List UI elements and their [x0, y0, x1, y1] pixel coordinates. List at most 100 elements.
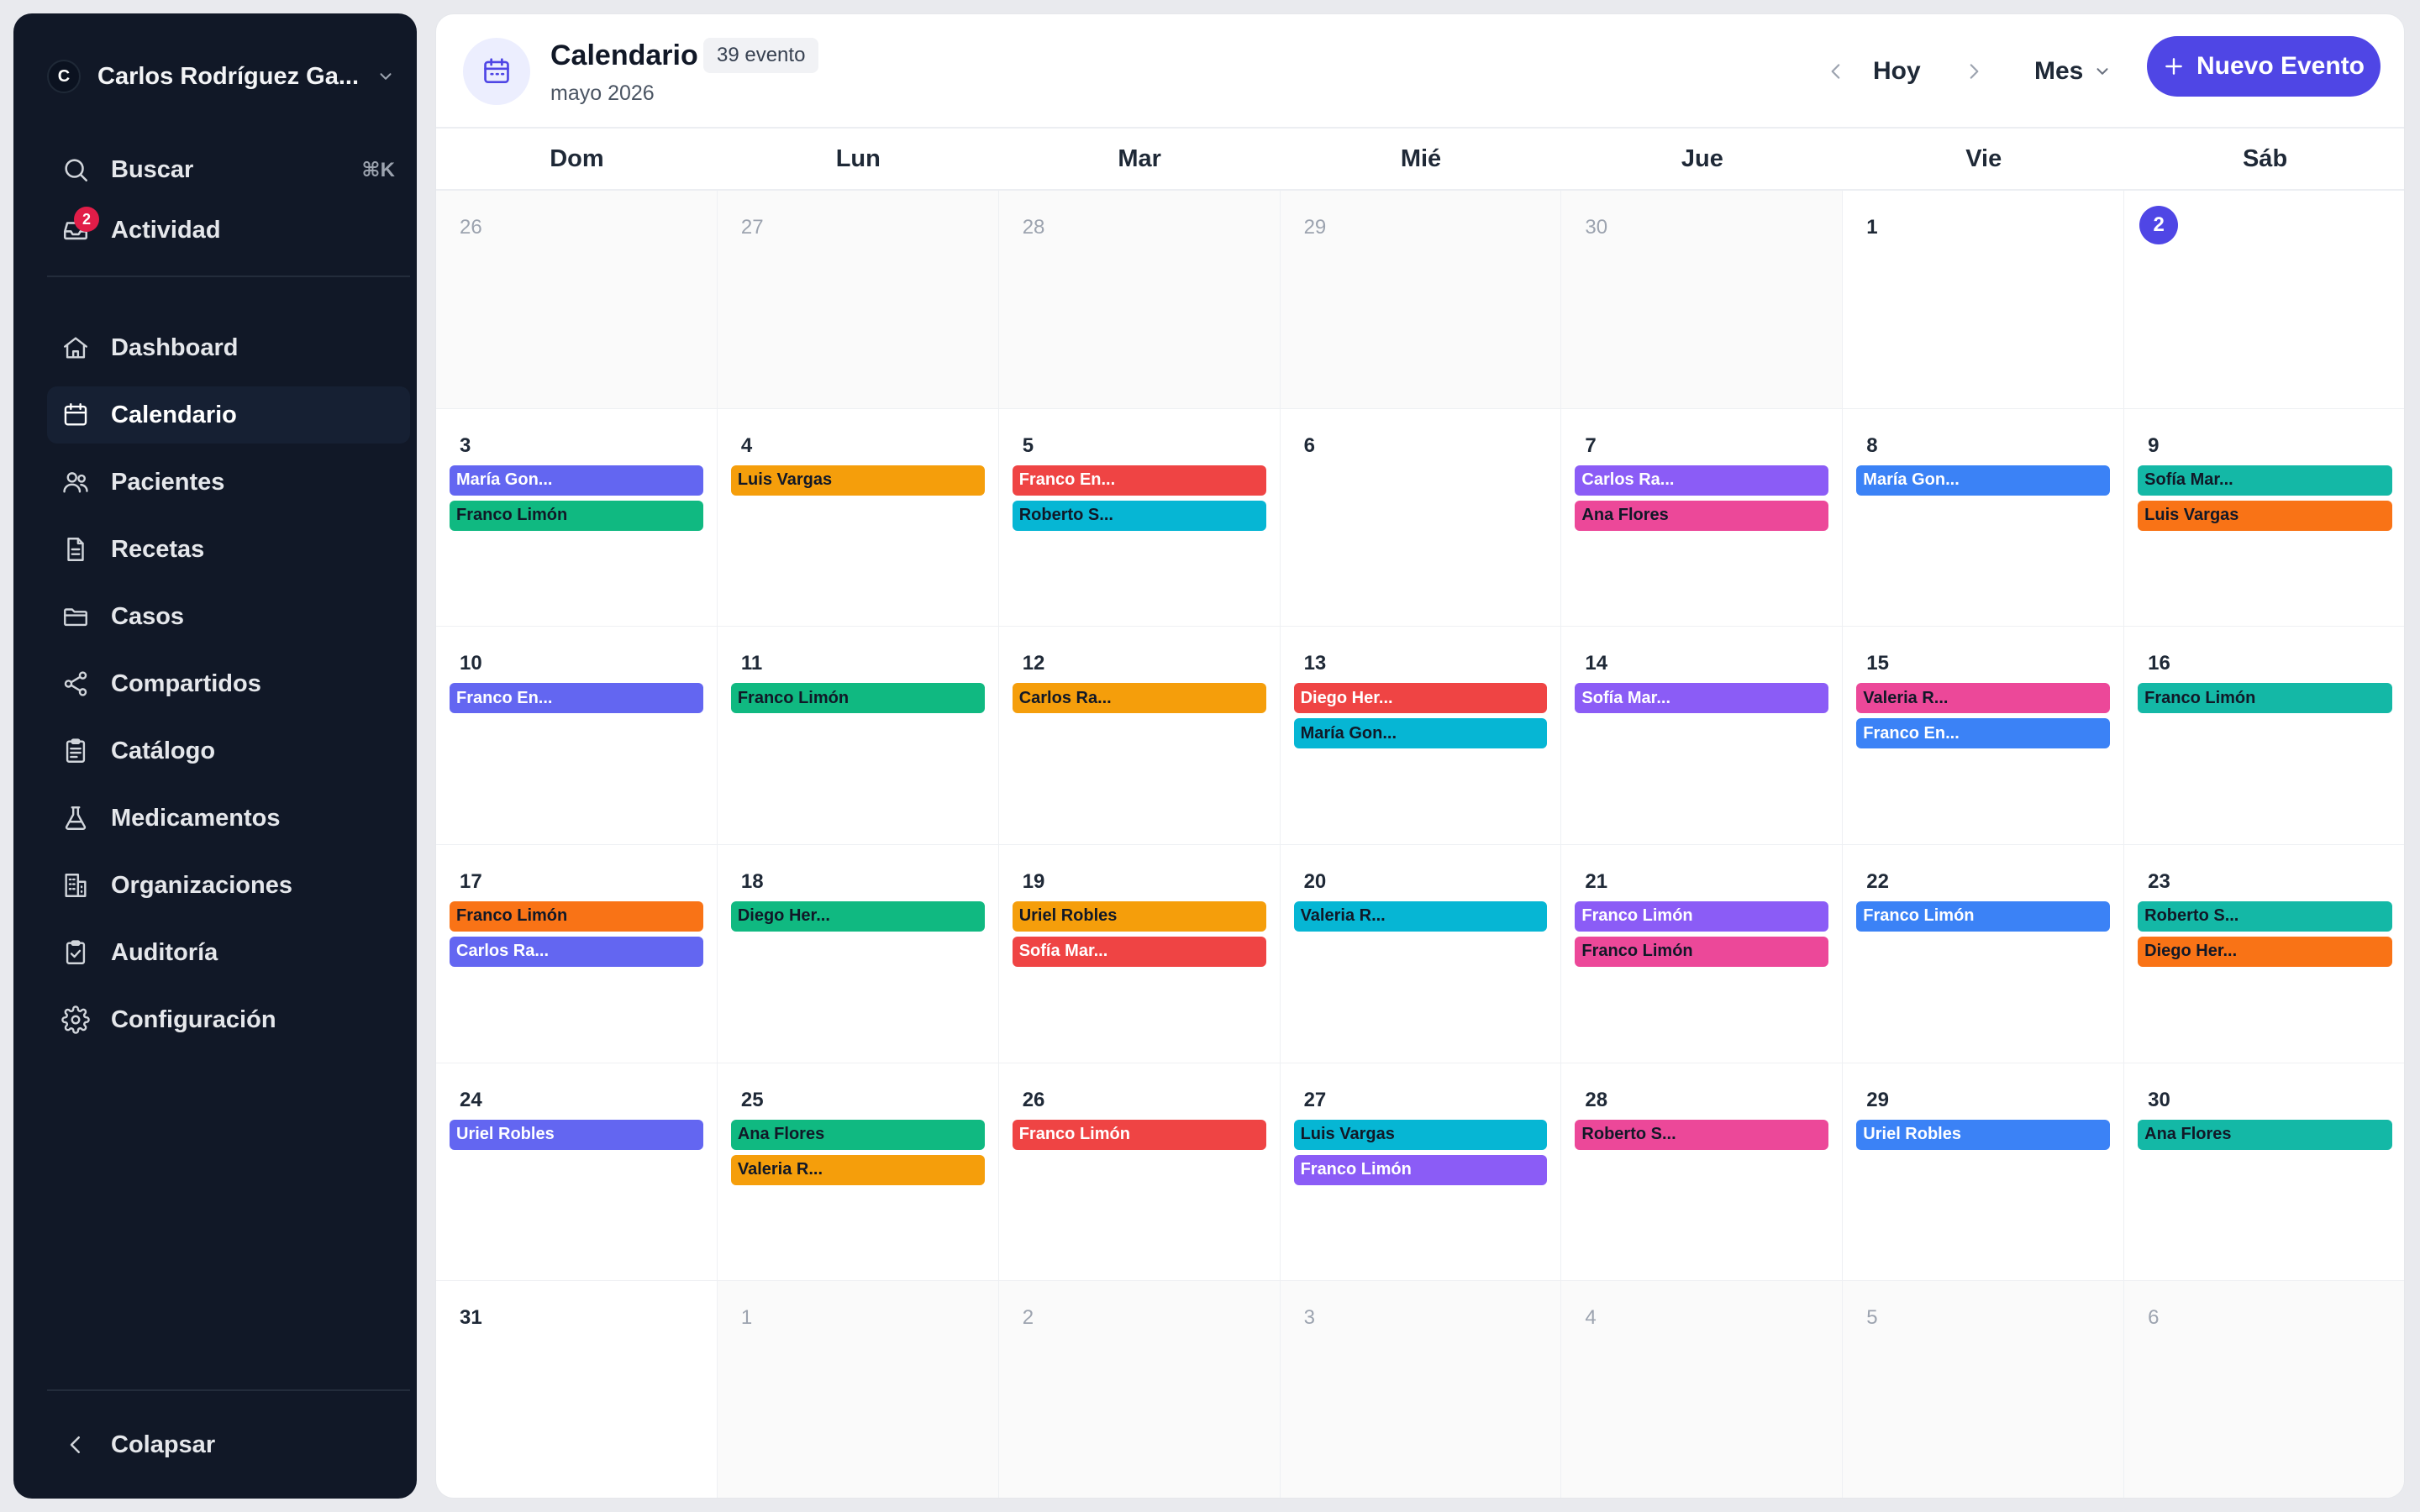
day-cell[interactable]: 21 Franco Limón Franco Limón [1561, 844, 1844, 1063]
event-chip[interactable]: Uriel Robles [450, 1119, 703, 1150]
day-cell[interactable]: 16 Franco Limón [2124, 627, 2404, 845]
new-event-button[interactable]: Nuevo Evento [2147, 36, 2381, 97]
event-chip[interactable]: Valeria R... [1856, 683, 2111, 714]
event-chip[interactable]: Franco En... [450, 683, 703, 714]
day-cell[interactable]: 25 Ana Flores Valeria R... [717, 1063, 999, 1282]
event-chip[interactable]: Luis Vargas [730, 465, 985, 496]
collapse-button[interactable]: Colapsar [47, 1416, 410, 1473]
event-chip[interactable]: Carlos Ra... [1012, 683, 1266, 714]
day-cell[interactable]: 19 Uriel Robles Sofía Mar... [998, 844, 1281, 1063]
day-cell[interactable]: 1 [1843, 191, 2125, 409]
day-cell[interactable]: 29 Uriel Robles [1843, 1063, 2125, 1282]
day-cell[interactable]: 13 Diego Her... María Gon... [1280, 627, 1562, 845]
event-chip[interactable]: Carlos Ra... [1575, 465, 1829, 496]
event-chip[interactable]: Franco Limón [1293, 1154, 1548, 1185]
day-cell[interactable]: 26 Franco Limón [998, 1063, 1281, 1282]
day-cell[interactable]: 28 [998, 191, 1281, 409]
event-chip[interactable]: Ana Flores [1575, 500, 1829, 531]
sidebar-item-compartidos[interactable]: Compartidos [47, 655, 410, 712]
day-cell[interactable]: 6 [1280, 408, 1562, 627]
day-cell[interactable]: 27 [717, 191, 999, 409]
day-cell[interactable]: 8 María Gon... [1843, 408, 2125, 627]
event-chip[interactable]: Diego Her... [730, 900, 985, 932]
event-chip[interactable]: Roberto S... [1012, 500, 1266, 531]
event-chip[interactable]: Sofía Mar... [2138, 465, 2392, 496]
day-cell[interactable]: 27 Luis Vargas Franco Limón [1280, 1063, 1562, 1282]
day-cell[interactable]: 18 Diego Her... [717, 844, 999, 1063]
event-chip[interactable]: Uriel Robles [1012, 900, 1266, 932]
event-chip[interactable]: Sofía Mar... [1575, 683, 1829, 714]
view-select[interactable]: Mes [2034, 51, 2112, 92]
event-chip[interactable]: Valeria R... [730, 1154, 985, 1185]
event-chip[interactable]: Franco En... [1856, 718, 2111, 749]
day-cell[interactable]: 28 Roberto S... [1561, 1063, 1844, 1282]
next-button[interactable] [1954, 51, 1994, 92]
day-cell[interactable]: 5 Franco En... Roberto S... [998, 408, 1281, 627]
day-cell[interactable]: 9 Sofía Mar... Luis Vargas [2124, 409, 2404, 627]
sidebar-item-auditoría[interactable]: Auditoría [47, 924, 410, 981]
event-chip[interactable]: Diego Her... [1293, 683, 1548, 714]
sidebar-item-pacientes[interactable]: Pacientes [47, 454, 410, 511]
day-cell[interactable]: 15 Valeria R... Franco En... [1843, 627, 2125, 845]
event-chip[interactable]: Franco Limón [730, 683, 985, 714]
day-cell[interactable]: 26 [436, 191, 718, 409]
event-chip[interactable]: Franco Limón [1575, 936, 1829, 967]
previous-button[interactable] [1816, 51, 1856, 92]
event-chip[interactable]: Franco En... [1012, 465, 1266, 496]
sidebar-item-medicamentos[interactable]: Medicamentos [47, 790, 410, 847]
day-cell[interactable]: 22 Franco Limón [1843, 844, 2125, 1063]
event-chip[interactable]: Franco Limón [1012, 1119, 1266, 1150]
day-cell[interactable]: 11 Franco Limón [717, 627, 999, 845]
event-chip[interactable]: María Gon... [1293, 718, 1548, 749]
user-menu[interactable]: C Carlos Rodríguez Ga... [47, 50, 400, 102]
day-cell[interactable]: 10 Franco En... [436, 627, 718, 845]
day-cell[interactable]: 6 [2124, 1281, 2404, 1498]
day-cell[interactable]: 12 Carlos Ra... [998, 627, 1281, 845]
event-chip[interactable]: Luis Vargas [2138, 500, 2392, 531]
day-cell[interactable]: 31 [436, 1281, 718, 1498]
sidebar-item-catálogo[interactable]: Catálogo [47, 722, 410, 780]
day-cell[interactable]: 2 [998, 1281, 1281, 1498]
event-chip[interactable]: Franco Limón [450, 900, 703, 932]
sidebar-item-casos[interactable]: Casos [47, 588, 410, 645]
day-cell[interactable]: 29 [1280, 191, 1562, 409]
day-cell[interactable]: 2 [2124, 191, 2404, 409]
day-cell[interactable]: 4 [1561, 1281, 1844, 1498]
activity-button[interactable]: 2 Actividad [47, 202, 410, 259]
event-chip[interactable]: Uriel Robles [1856, 1119, 2111, 1150]
event-chip[interactable]: Franco Limón [1856, 900, 2111, 932]
event-chip[interactable]: Roberto S... [1575, 1119, 1829, 1150]
event-chip[interactable]: Franco Limón [2138, 683, 2392, 714]
day-cell[interactable]: 3 María Gon... Franco Limón [436, 408, 718, 627]
event-chip[interactable]: Valeria R... [1293, 900, 1548, 932]
day-cell[interactable]: 30 [1561, 191, 1844, 409]
day-cell[interactable]: 30 Ana Flores [2124, 1063, 2404, 1282]
day-cell[interactable]: 14 Sofía Mar... [1561, 627, 1844, 845]
event-chip[interactable]: Carlos Ra... [450, 936, 703, 967]
day-cell[interactable]: 3 [1280, 1281, 1562, 1498]
day-cell[interactable]: 23 Roberto S... Diego Her... [2124, 845, 2404, 1063]
sidebar-item-calendario[interactable]: Calendario [47, 386, 410, 444]
sidebar-item-recetas[interactable]: Recetas [47, 521, 410, 578]
today-button[interactable]: Hoy [1873, 51, 1921, 92]
event-chip[interactable]: Ana Flores [2138, 1119, 2392, 1150]
day-cell[interactable]: 20 Valeria R... [1280, 844, 1562, 1063]
event-chip[interactable]: María Gon... [1856, 465, 2111, 496]
sidebar-item-organizaciones[interactable]: Organizaciones [47, 857, 410, 914]
day-cell[interactable]: 17 Franco Limón Carlos Ra... [436, 844, 718, 1063]
day-cell[interactable]: 4 Luis Vargas [717, 408, 999, 627]
day-cell[interactable]: 5 [1843, 1281, 2125, 1498]
event-chip[interactable]: María Gon... [450, 465, 703, 496]
search-button[interactable]: Buscar ⌘K [47, 141, 410, 198]
day-cell[interactable]: 7 Carlos Ra... Ana Flores [1561, 408, 1844, 627]
event-chip[interactable]: Luis Vargas [1293, 1119, 1548, 1150]
sidebar-item-dashboard[interactable]: Dashboard [47, 319, 410, 376]
day-cell[interactable]: 1 [717, 1281, 999, 1498]
event-chip[interactable]: Franco Limón [450, 500, 703, 531]
day-cell[interactable]: 24 Uriel Robles [436, 1063, 718, 1282]
event-chip[interactable]: Diego Her... [2138, 936, 2392, 967]
event-chip[interactable]: Roberto S... [2138, 900, 2392, 932]
event-chip[interactable]: Sofía Mar... [1012, 936, 1266, 967]
event-chip[interactable]: Ana Flores [730, 1119, 985, 1150]
sidebar-item-configuración[interactable]: Configuración [47, 991, 410, 1048]
